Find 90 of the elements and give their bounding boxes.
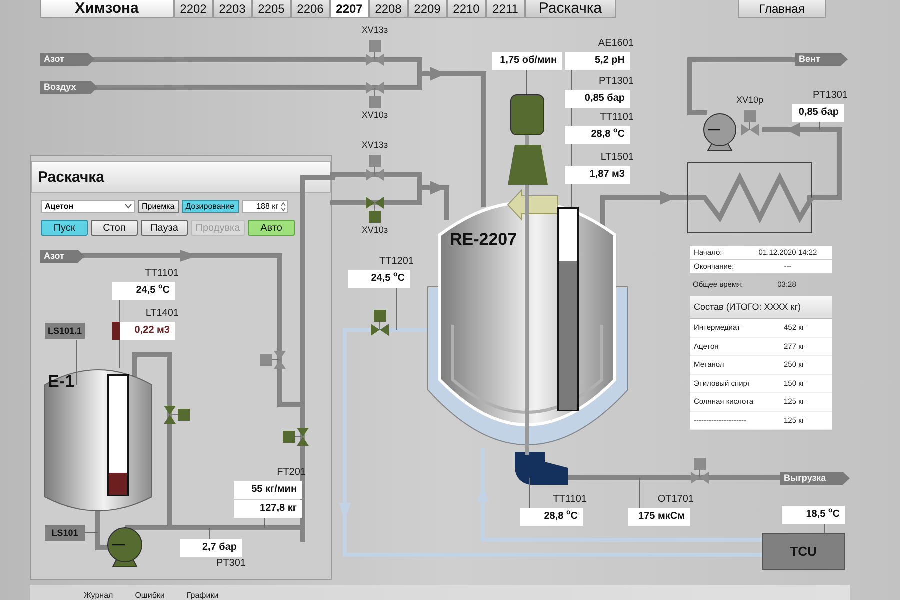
value-display: 0,85 бар [792, 104, 844, 122]
valve-icon[interactable] [741, 110, 759, 136]
level-switch-label: LS101 [45, 525, 85, 541]
valve-tag: XV10з [350, 110, 400, 120]
valve-icon[interactable] [366, 155, 384, 181]
alarm-marker [112, 322, 120, 340]
value-display: 28,8 $^{o}$C [520, 508, 583, 526]
amount-value: 188 кг [256, 202, 279, 211]
amount-field[interactable]: 188 кг [242, 200, 288, 213]
tag-label: AE1601 [598, 38, 634, 49]
tcu-unit: TCU [762, 533, 845, 570]
tag-label: LT1401 [146, 308, 179, 319]
valve-icon[interactable] [691, 458, 709, 484]
valve-tag: XV10р [725, 95, 775, 105]
value-display: 24,5 $^{o}$C [112, 282, 175, 300]
caret-icon [125, 204, 132, 209]
leader-line [84, 532, 98, 534]
tab[interactable]: 2206 [291, 0, 330, 18]
leader-line [76, 340, 78, 386]
mode-button[interactable]: Приемка [138, 200, 179, 213]
bottom-tab[interactable]: Графики [182, 591, 223, 600]
valve-icon[interactable] [283, 428, 309, 446]
tag-label: TT1101 [600, 112, 634, 123]
vessel-label: RE-2207 [450, 230, 518, 250]
tag-label: PT301 [216, 558, 246, 569]
panel-title: Раскачка [31, 161, 331, 193]
valve-tag: XV13з [350, 140, 400, 150]
tab[interactable]: 2207 [330, 0, 369, 18]
tab[interactable]: 2209 [408, 0, 447, 18]
home-button[interactable]: Главная [738, 0, 826, 18]
tab[interactable]: 2202 [174, 0, 213, 18]
value-display: 28,8 $^{o}$C [565, 126, 630, 144]
value-display: 55 кг/мин [234, 481, 302, 499]
valve-icon[interactable] [366, 82, 384, 108]
spinner-icon[interactable] [280, 202, 286, 212]
tab[interactable]: Химзона [40, 0, 174, 18]
mode-button[interactable]: Дозирование [182, 200, 239, 213]
tab[interactable]: 2205 [252, 0, 291, 18]
outlet-valve-icon [515, 452, 568, 485]
direction-arrow-icon [507, 188, 558, 222]
bottom-tab[interactable]: Журнал [80, 591, 118, 600]
tab[interactable]: 2210 [447, 0, 486, 18]
leader-line [526, 70, 528, 96]
line-tag: Вент [795, 53, 848, 66]
valve-icon[interactable] [260, 351, 286, 369]
value-display: 1,75 об/мин [492, 52, 562, 70]
value-display: 1,87 м3 [565, 166, 630, 184]
level-switch-label: LS101.1 [45, 323, 85, 339]
valve-icon[interactable] [164, 406, 190, 424]
line-tag: Воздух [40, 81, 98, 94]
vessel-label: E-1 [48, 372, 74, 392]
tag-label: LT1501 [600, 152, 634, 163]
command-button[interactable]: Пауза [141, 220, 188, 236]
leader-line [824, 522, 826, 534]
value-display: 18,5 $^{o}$C [782, 506, 845, 524]
valve-icon[interactable] [366, 197, 384, 223]
tab[interactable]: 2211 [486, 0, 525, 18]
line-tag: Азот [40, 250, 85, 263]
value-display: 2,7 бар [180, 539, 242, 557]
value-display: 0,22 м3 [120, 322, 175, 340]
tag-label: OT1701 [658, 494, 694, 505]
command-button[interactable]: Пуск [41, 220, 88, 236]
tag-label: TT1201 [380, 256, 414, 267]
material-dropdown[interactable]: Ацетон [41, 200, 135, 213]
tag-label: FT201 [277, 467, 306, 478]
valve-icon[interactable] [366, 40, 384, 66]
tag-label: PT1301 [598, 76, 634, 87]
value-display: 175 мкСм [628, 508, 690, 526]
tab[interactable]: Раскачка [525, 0, 616, 18]
value-display: 5,2 pH [565, 52, 630, 70]
tab[interactable]: 2208 [369, 0, 408, 18]
tab[interactable]: 2203 [213, 0, 252, 18]
leader-line [396, 288, 398, 330]
value-display: 127,8 кг [234, 500, 302, 518]
value-display: 0,85 бар [565, 90, 630, 108]
toggle-button[interactable]: Авто [248, 220, 295, 236]
tag-label: TT1101 [145, 268, 179, 279]
tag-label: TT1101 [553, 494, 587, 505]
valve-icon[interactable] [371, 310, 389, 336]
dropdown-value: Ацетон [45, 202, 74, 211]
table-title: Состав (ИТОГО: XXXX кг) [690, 296, 832, 319]
line-tag: Азот [40, 53, 95, 66]
valve-tag: XV13з [350, 25, 400, 35]
bottom-tab[interactable]: Ошибки [131, 591, 169, 600]
command-button[interactable]: Стоп [91, 220, 138, 236]
value-display: 24,5 $^{o}$C [348, 270, 410, 288]
valve-tag: XV10з [350, 225, 400, 235]
tag-label: PT1301 [812, 90, 848, 101]
leader-line [264, 518, 266, 528]
line-tag: Выгрузка [780, 472, 850, 485]
